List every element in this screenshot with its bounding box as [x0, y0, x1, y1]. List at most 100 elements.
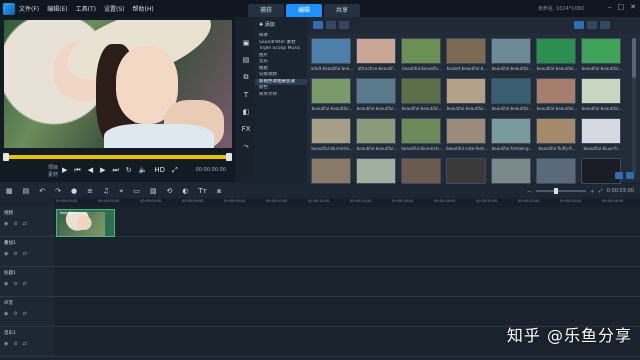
media-thumbnail[interactable]: attractive-beautif...: [356, 38, 396, 71]
media-thumbnail[interactable]: beautiful-beautiful...: [491, 38, 532, 71]
mask-icon[interactable]: ◐: [182, 187, 188, 195]
minimize-icon[interactable]: –: [608, 3, 612, 11]
media-thumbnail[interactable]: beautiful-beautiful...: [491, 78, 532, 111]
media-thumbnail[interactable]: [491, 158, 531, 184]
fx-icon[interactable]: FX: [242, 125, 251, 133]
filter-video-icon[interactable]: [313, 21, 323, 29]
text-icon[interactable]: Tт: [198, 187, 206, 195]
media-thumbnail[interactable]: [356, 158, 396, 184]
prev-frame-icon[interactable]: ◀: [88, 166, 93, 175]
record-icon[interactable]: ●: [71, 187, 77, 195]
library-folder-item[interactable]: 简单大师: [255, 92, 307, 99]
media-thumbnail[interactable]: beautiful-beautiful...: [536, 78, 577, 111]
media-thumbnail[interactable]: [446, 158, 486, 184]
timeline-ruler[interactable]: 00:00:00:00 00:00:02:00 00:00:04:00 00:00:0…: [54, 198, 640, 207]
menu-help[interactable]: 帮助(H): [132, 4, 153, 13]
track-body[interactable]: beautiful...: [54, 207, 640, 237]
close-icon[interactable]: ✕: [630, 3, 636, 11]
auto-music-icon[interactable]: ♫: [103, 187, 109, 195]
instant-project-icon[interactable]: ▤: [243, 56, 250, 64]
track-header[interactable]: 音乐1 ◉ ⊘ ⇄: [0, 327, 54, 356]
sort-icon[interactable]: [600, 21, 610, 29]
volume-icon[interactable]: 🔈: [139, 166, 148, 175]
filter-audio-icon[interactable]: [339, 21, 349, 29]
play-icon[interactable]: ▶: [62, 166, 67, 175]
motion-track-icon[interactable]: ⌖: [119, 187, 123, 196]
storyboard-view-icon[interactable]: ▦: [6, 187, 13, 195]
media-thumbnail[interactable]: beautiful-blurred-b...: [311, 118, 353, 151]
transition-icon[interactable]: ⧉: [244, 73, 249, 82]
track-body[interactable]: [54, 267, 640, 296]
track-lock-icon[interactable]: ⊘: [13, 221, 17, 227]
tab-share[interactable]: 共享: [324, 4, 361, 17]
media-thumbnail[interactable]: beautiful-fluffy-fl...: [536, 118, 576, 151]
end-icon[interactable]: ⏭: [112, 166, 118, 175]
zoom-in-icon[interactable]: ＋: [590, 188, 595, 195]
multicam-icon[interactable]: ▧: [150, 187, 157, 195]
media-thumbnail[interactable]: [401, 158, 441, 184]
track-visibility-icon[interactable]: ◉: [4, 281, 8, 287]
next-frame-icon[interactable]: ▶: [100, 166, 105, 175]
track-lock-icon[interactable]: ⊘: [13, 251, 17, 257]
tab-edit[interactable]: 编辑: [286, 4, 323, 17]
mixer-icon[interactable]: ≡: [87, 187, 93, 195]
redo-icon[interactable]: ↷: [55, 187, 61, 195]
track-visibility-icon[interactable]: ◉: [4, 251, 8, 257]
library-folder-item[interactable]: Triple Scoop Music: [255, 46, 307, 53]
path-icon[interactable]: ⤳: [243, 142, 249, 151]
track-ripple-icon[interactable]: ⇄: [23, 311, 27, 317]
subtitle-icon[interactable]: ▭: [133, 187, 140, 195]
media-thumbnail[interactable]: beautiful-beautiful...: [356, 118, 397, 151]
options-icon[interactable]: [626, 172, 634, 179]
menu-edit[interactable]: 编辑(E): [47, 4, 67, 13]
scrubber-start-handle[interactable]: [3, 153, 9, 161]
undo-icon[interactable]: ↶: [39, 187, 45, 195]
media-thumbnail[interactable]: adult-beautiful-bea...: [311, 38, 353, 71]
fit-icon[interactable]: ⤢: [599, 188, 603, 194]
track-visibility-icon[interactable]: ◉: [4, 341, 8, 347]
track-lock-icon[interactable]: ⊘: [13, 311, 17, 317]
thumbnail-view-icon[interactable]: [574, 21, 584, 29]
title-icon[interactable]: T: [244, 91, 248, 99]
time-remap-icon[interactable]: ⟲: [166, 187, 172, 195]
media-thumbnail[interactable]: basket-beautiful-b...: [446, 38, 487, 71]
track-lock-icon[interactable]: ⊘: [13, 281, 17, 287]
track-header[interactable]: 视频 ◉ ⊘ ⇄: [0, 207, 54, 236]
media-thumbnail[interactable]: beautiful-beautiful...: [311, 78, 352, 111]
menu-settings[interactable]: 设置(S): [104, 4, 125, 13]
track-lock-icon[interactable]: ⊘: [13, 341, 17, 347]
track-header[interactable]: 标题1 ◉ ⊘ ⇄: [0, 267, 54, 296]
repeat-icon[interactable]: ↻: [126, 166, 132, 175]
list-view-icon[interactable]: [587, 21, 597, 29]
browse-icon[interactable]: [615, 172, 623, 179]
media-thumbnail[interactable]: beautiful-beautiful...: [581, 78, 622, 111]
video-clip[interactable]: beautiful...: [56, 209, 115, 237]
track-ripple-icon[interactable]: ⇄: [23, 341, 27, 347]
filter-photo-icon[interactable]: [326, 21, 336, 29]
zoom-out-icon[interactable]: －: [527, 188, 532, 195]
media-thumbnail[interactable]: beautiful-bluur-fl...: [581, 118, 621, 151]
gallery-scrollbar[interactable]: [632, 38, 636, 174]
scrubber-end-handle[interactable]: [226, 153, 232, 161]
track-ripple-icon[interactable]: ⇄: [23, 251, 27, 257]
track-ripple-icon[interactable]: ⇄: [23, 221, 27, 227]
media-thumbnail[interactable]: beautiful-beautiful...: [401, 78, 442, 111]
media-thumbnail[interactable]: beautiful-beautiful...: [446, 78, 487, 111]
maximize-icon[interactable]: □: [618, 3, 625, 11]
home-icon[interactable]: ⏮: [74, 166, 80, 175]
media-thumbnail[interactable]: [536, 158, 576, 184]
track-visibility-icon[interactable]: ◉: [4, 221, 8, 227]
track-body[interactable]: [54, 237, 640, 266]
media-thumbnail[interactable]: beautiful-beautiful...: [356, 78, 397, 111]
menu-tools[interactable]: 工具(T): [76, 4, 96, 13]
track-ripple-icon[interactable]: ⇄: [23, 281, 27, 287]
mode-project[interactable]: 项目: [48, 165, 58, 172]
media-thumbnail[interactable]: beautiful-beautiful...: [581, 38, 622, 71]
media-thumbnail[interactable]: beautiful-blurred-b...: [401, 118, 443, 151]
fullscreen-icon[interactable]: ⤢: [172, 166, 178, 175]
add-folder-button[interactable]: ✚ 添加: [255, 17, 307, 33]
mode-clip[interactable]: 素材: [48, 172, 58, 179]
color-grading-icon[interactable]: ⧈: [217, 187, 221, 196]
hd-button[interactable]: HD: [154, 166, 165, 175]
graphic-icon[interactable]: ◧: [243, 108, 250, 116]
